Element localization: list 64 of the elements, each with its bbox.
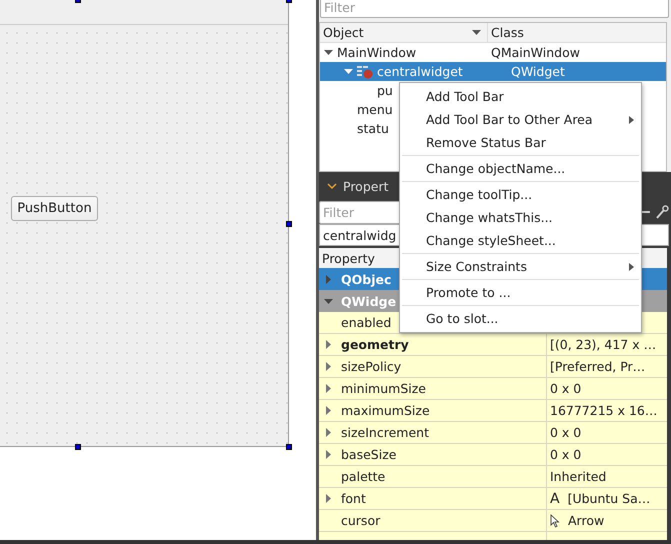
- tree-row[interactable]: centralwidget QWidget: [320, 62, 666, 81]
- expand-arrow-icon[interactable]: [344, 67, 353, 76]
- class-name: QWidget: [511, 64, 565, 79]
- column-header[interactable]: Property: [322, 250, 375, 266]
- object-name: MainWindow: [337, 45, 416, 60]
- menu-item[interactable]: Add Tool Bar to Other Area: [400, 108, 641, 131]
- expand-arrow-icon[interactable]: [324, 428, 333, 437]
- property-value: [(0, 23), 417 x …: [550, 337, 656, 352]
- property-name: maximumSize: [341, 403, 430, 418]
- wrench-icon[interactable]: [655, 205, 669, 219]
- menu-item[interactable]: Size Constraints: [400, 255, 641, 278]
- font-icon: A: [550, 490, 560, 506]
- sort-icon: [472, 30, 481, 35]
- chevron-icon[interactable]: [327, 182, 337, 190]
- expand-arrow-icon[interactable]: [324, 406, 333, 415]
- widget-icon: [357, 64, 373, 78]
- menu-item[interactable]: Go to slot...: [400, 307, 641, 330]
- property-name: sizeIncrement: [341, 425, 429, 440]
- property-value: [Preferred, Pr…: [550, 359, 646, 374]
- menu-item[interactable]: Add Tool Bar: [400, 85, 641, 108]
- object-name: menu: [357, 102, 393, 117]
- expand-arrow-icon[interactable]: [324, 494, 333, 503]
- expand-arrow-icon[interactable]: [324, 340, 333, 349]
- property-name: font: [341, 491, 366, 506]
- property-value: 0 x 0: [550, 381, 582, 396]
- menu-item[interactable]: Change whatsThis...: [400, 206, 641, 229]
- expand-arrow-icon[interactable]: [324, 48, 333, 57]
- dock-title: Propert: [343, 178, 388, 194]
- tree-row[interactable]: MainWindow QMainWindow: [320, 43, 666, 62]
- expand-arrow-icon[interactable]: [324, 362, 333, 371]
- object-name: centralwidget: [377, 64, 463, 79]
- property-value: Inherited: [550, 469, 606, 484]
- expand-arrow-icon[interactable]: [324, 450, 333, 459]
- property-name: enabled: [341, 315, 392, 330]
- property-value: 0 x 0: [550, 447, 582, 462]
- resize-handle[interactable]: [286, 444, 292, 450]
- property-name: sizePolicy: [341, 359, 402, 374]
- property-value: Arrow: [568, 513, 604, 528]
- property-name: baseSize: [341, 447, 396, 462]
- class-name: QMainWindow: [491, 45, 580, 60]
- column-header[interactable]: Object: [320, 23, 488, 42]
- property-value: 0 x 0: [550, 425, 582, 440]
- push-button[interactable]: PushButton: [11, 196, 98, 221]
- submenu-arrow-icon: [629, 116, 634, 124]
- menu-item[interactable]: Promote to ...: [400, 281, 641, 304]
- property-name: geometry: [341, 337, 409, 352]
- property-value: 16777215 x 16…: [550, 403, 658, 418]
- menu-item[interactable]: Change styleSheet...: [400, 229, 641, 252]
- property-name: palette: [341, 469, 386, 484]
- expand-arrow-icon[interactable]: [324, 384, 333, 393]
- resize-handle[interactable]: [75, 444, 81, 450]
- class-group-name: QObjec: [341, 272, 392, 286]
- property-name: cursor: [341, 513, 380, 528]
- menu-item[interactable]: Change toolTip...: [400, 183, 641, 206]
- expand-arrow-icon[interactable]: [324, 296, 333, 306]
- menu-item[interactable]: Change objectName...: [400, 157, 641, 180]
- submenu-arrow-icon: [629, 262, 634, 270]
- resize-handle[interactable]: [286, 221, 292, 227]
- property-value: [Ubuntu Sa…: [568, 491, 650, 506]
- menu-item[interactable]: Remove Status Bar: [400, 131, 641, 154]
- column-header[interactable]: Class: [488, 23, 524, 42]
- property-name: minimumSize: [341, 381, 426, 396]
- cursor-icon: [550, 514, 560, 528]
- class-group-name: QWidge: [341, 294, 396, 308]
